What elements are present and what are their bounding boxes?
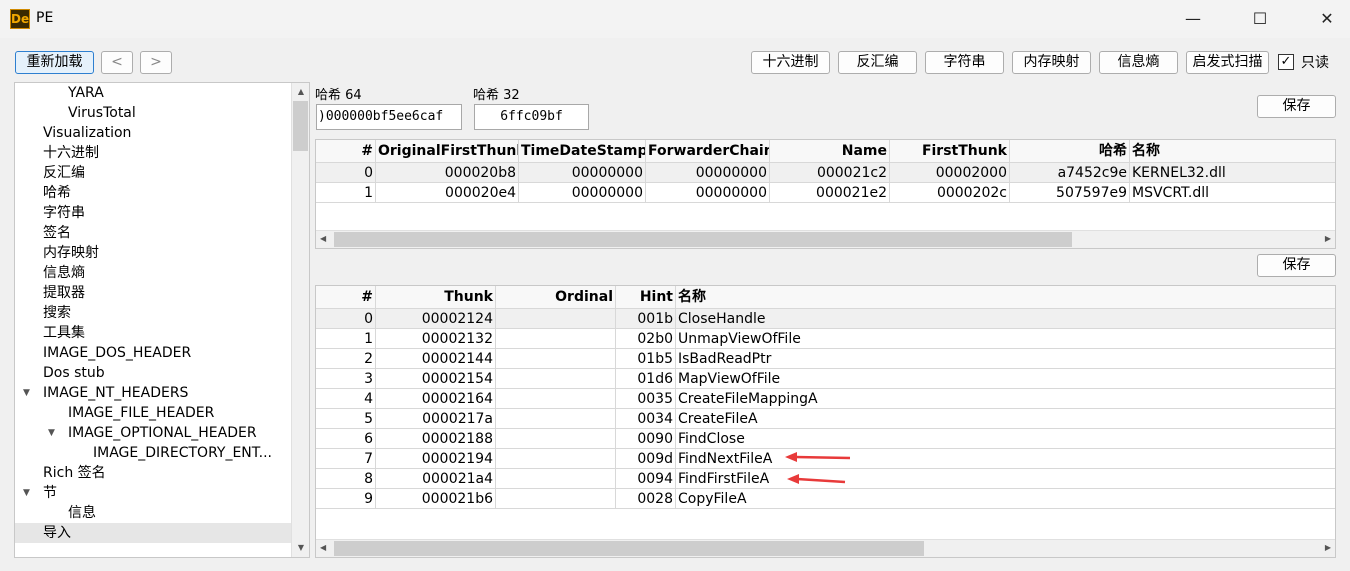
annotation-arrows	[785, 452, 851, 484]
arrow-head-icon	[785, 452, 797, 462]
red-arrow	[794, 455, 851, 460]
red-arrow	[796, 477, 846, 484]
arrow-head-icon	[787, 474, 799, 484]
